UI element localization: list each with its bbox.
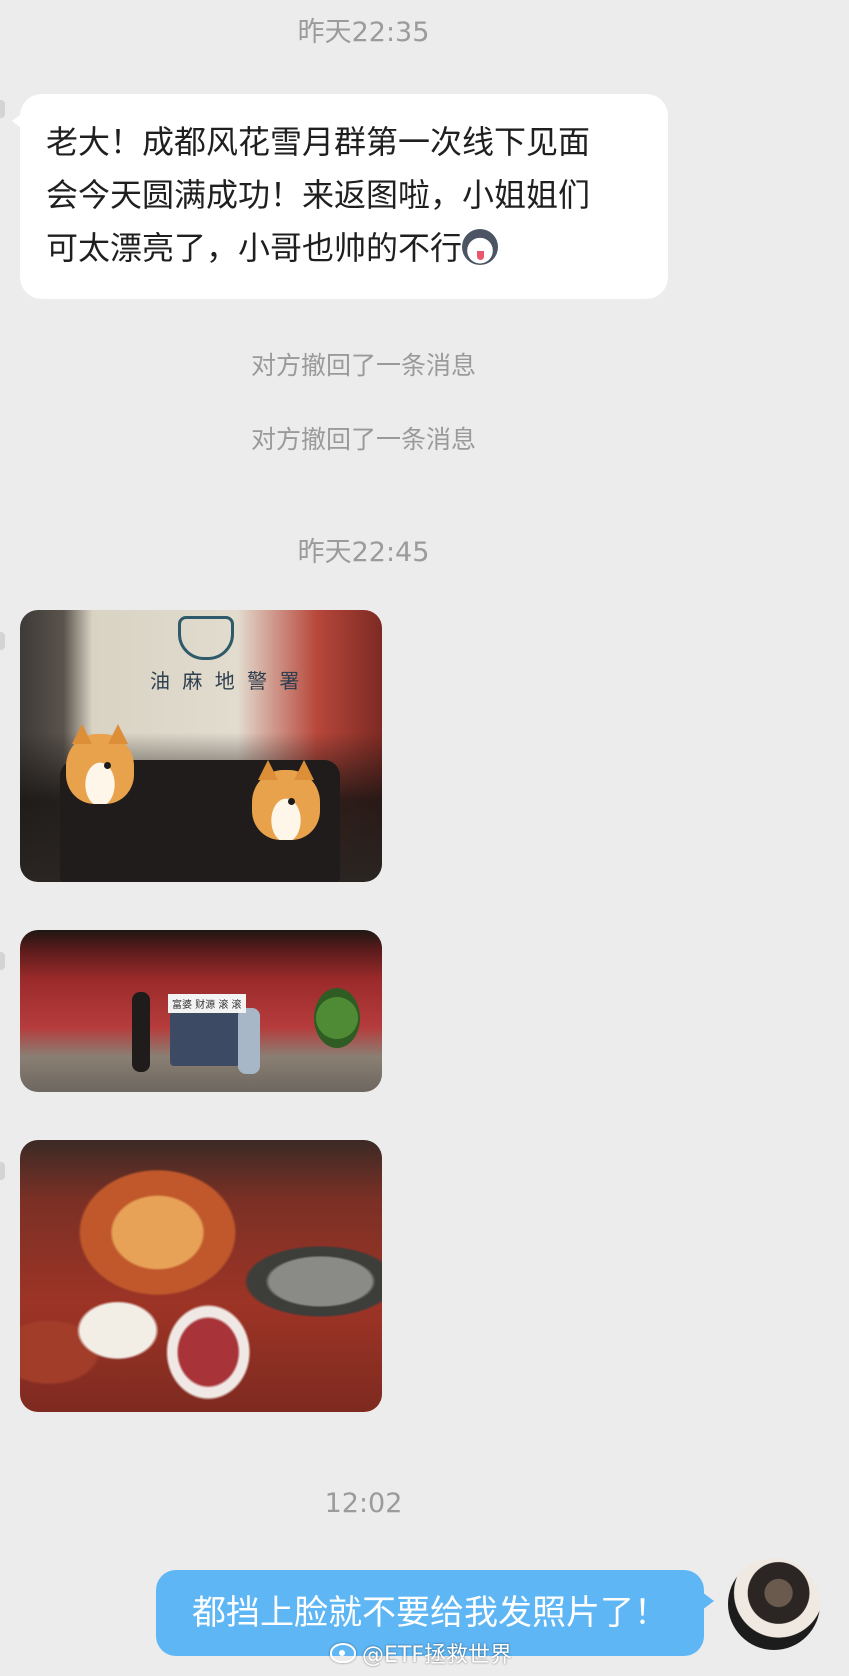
sender-avatar-edge[interactable] xyxy=(0,1162,5,1180)
message-text-line: 可太漂亮了，小哥也帅的不行 xyxy=(46,229,463,267)
message-text-line: 会今天圆满成功！来返图啦，小姐姐们 xyxy=(46,176,591,214)
user-avatar[interactable] xyxy=(728,1558,820,1650)
message-text-line: 老大！成都风花雪月群第一次线下见面 xyxy=(46,123,591,161)
police-crest-icon xyxy=(178,616,234,660)
watermark-text: @ETF拯救世界 xyxy=(362,1643,512,1668)
doge-face-sticker xyxy=(66,724,134,804)
weibo-icon xyxy=(330,1643,356,1663)
sender-avatar-edge[interactable] xyxy=(0,632,5,650)
doge-face-sticker xyxy=(252,760,320,840)
photo-sign-text: 富婆 财源 滚 滚 xyxy=(168,994,246,1013)
sender-avatar-edge[interactable] xyxy=(0,952,5,970)
timestamp: 12:02 xyxy=(324,1488,403,1519)
timestamp: 昨天22:35 xyxy=(297,17,430,48)
group-photo-image[interactable]: 富婆 财源 滚 滚 xyxy=(20,930,382,1092)
sender-avatar-edge[interactable] xyxy=(0,100,5,118)
hotpot-photo-image[interactable] xyxy=(20,1140,382,1412)
message-text-line-with-emoji: 可太漂亮了，小哥也帅的不行 xyxy=(46,222,642,275)
message-text: 都挡上脸就不要给我发照片了！ xyxy=(192,1593,668,1633)
recall-notice: 对方撤回了一条消息 xyxy=(250,425,476,454)
timestamp: 昨天22:45 xyxy=(297,537,430,568)
photo-sign-text: 油 麻 地 警 署 xyxy=(150,669,303,693)
weibo-watermark: @ETF拯救世界 xyxy=(330,1637,512,1669)
dog-eye xyxy=(288,798,295,805)
group-photo-image[interactable]: 油 麻 地 警 署 xyxy=(20,610,382,882)
recall-notice: 对方撤回了一条消息 xyxy=(250,351,476,380)
incoming-message-bubble[interactable]: 老大！成都风花雪月群第一次线下见面 会今天圆满成功！来返图啦，小姐姐们 可太漂亮… xyxy=(12,94,668,299)
person-figure xyxy=(238,1008,260,1074)
husky-emoji-icon xyxy=(462,229,499,265)
person-figure xyxy=(132,992,150,1072)
dog-eye xyxy=(104,762,111,769)
plant-decoration xyxy=(314,988,360,1048)
